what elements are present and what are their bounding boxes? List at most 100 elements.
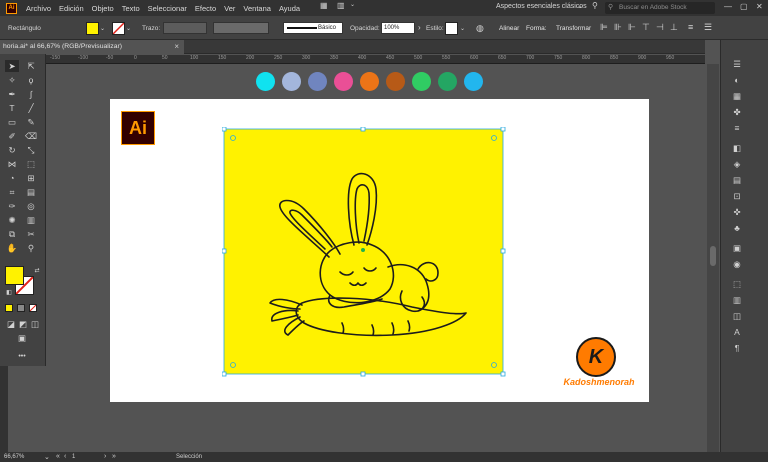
fill-color-box[interactable]: [5, 266, 24, 285]
direct-selection-tool-icon[interactable]: ⇱: [24, 60, 38, 72]
handle-top-right[interactable]: [500, 127, 506, 132]
edit-toolbar-icon[interactable]: •••: [15, 350, 29, 362]
libraries-panel-icon[interactable]: ⊡: [729, 190, 745, 202]
mesh-tool-icon[interactable]: ⌗: [5, 186, 19, 198]
transform-panel-icon[interactable]: ⬚: [729, 278, 745, 290]
zoom-level[interactable]: 66,67%: [4, 454, 24, 460]
stroke-weight-field[interactable]: [163, 22, 207, 34]
workspace-caret-icon[interactable]: ⌄: [577, 2, 583, 10]
shape-button[interactable]: Forma:: [526, 25, 547, 32]
vertical-ruler[interactable]: [0, 362, 8, 452]
symbols-panel-icon[interactable]: ✜: [729, 206, 745, 218]
artboard-tool-icon[interactable]: ⧉: [5, 228, 19, 240]
stroke-swatch[interactable]: [112, 22, 125, 35]
layers-panel-icon[interactable]: ◈: [729, 158, 745, 170]
panel-menu-icon[interactable]: ☰: [704, 22, 712, 33]
arrange-caret-icon[interactable]: ⌄: [350, 1, 355, 8]
shape-builder-tool-icon[interactable]: ◔: [5, 172, 19, 184]
lasso-tool-icon[interactable]: ϙ: [24, 74, 38, 86]
fill-swatch[interactable]: [86, 22, 99, 35]
gradient-mode-button[interactable]: [17, 304, 25, 312]
none-mode-button[interactable]: [29, 304, 37, 312]
palette-swatch-green[interactable]: [412, 72, 431, 91]
palette-swatch-periwinkle[interactable]: [308, 72, 327, 91]
next-artboard-icon[interactable]: ›: [104, 453, 106, 460]
hand-tool-icon[interactable]: ✋: [5, 242, 19, 254]
shaper-tool-icon[interactable]: ✐: [5, 130, 19, 142]
palette-swatch-dark-green[interactable]: [438, 72, 457, 91]
stroke-caret-icon[interactable]: ⌄: [126, 25, 131, 32]
first-artboard-icon[interactable]: «: [56, 453, 60, 460]
menu-archivo[interactable]: Archivo: [22, 4, 55, 13]
menu-objeto[interactable]: Objeto: [88, 4, 118, 13]
handle-bottom-center[interactable]: [360, 371, 366, 377]
scrollbar-thumb[interactable]: [710, 246, 716, 266]
handle-top-left[interactable]: [222, 127, 227, 132]
menu-texto[interactable]: Texto: [118, 4, 144, 13]
draw-inside-icon[interactable]: ◫: [28, 318, 42, 330]
graphic-styles-panel-icon[interactable]: ♣: [729, 222, 745, 234]
swap-colors-icon[interactable]: ⇄: [30, 264, 44, 276]
menu-edicion[interactable]: Edición: [55, 4, 88, 13]
opacity-input[interactable]: 100%: [381, 22, 415, 34]
stroke-panel-icon[interactable]: ≡: [729, 122, 745, 134]
zoom-caret-icon[interactable]: ⌄: [44, 453, 50, 461]
type-tool-icon[interactable]: T: [5, 102, 19, 114]
zoom-tool-icon[interactable]: ⚲: [24, 242, 38, 254]
recolor-artwork-icon[interactable]: ◍: [476, 23, 484, 34]
rotate-tool-icon[interactable]: ↻: [5, 144, 19, 156]
align-left-icon[interactable]: ⊫: [600, 22, 608, 33]
variable-width-field[interactable]: [213, 22, 269, 34]
handle-middle-left[interactable]: [222, 248, 227, 254]
maximize-icon[interactable]: ▢: [740, 2, 748, 11]
menu-seleccionar[interactable]: Seleccionar: [144, 4, 191, 13]
minimize-icon[interactable]: —: [724, 2, 732, 11]
graphic-style-swatch[interactable]: [445, 22, 458, 35]
artboard-number[interactable]: 1: [72, 454, 75, 460]
palette-swatch-pink[interactable]: [334, 72, 353, 91]
color-mode-button[interactable]: [5, 304, 13, 312]
palette-swatch-cyan[interactable]: [256, 72, 275, 91]
width-tool-icon[interactable]: ⋈: [5, 158, 19, 170]
align-center-icon[interactable]: ⊪: [614, 22, 622, 33]
curvature-tool-icon[interactable]: ∫: [24, 88, 38, 100]
perspective-grid-tool-icon[interactable]: ⊞: [24, 172, 38, 184]
close-window-icon[interactable]: ✕: [756, 2, 763, 11]
gradient-panel-icon[interactable]: ◧: [729, 142, 745, 154]
align-top-icon[interactable]: ⊤: [642, 22, 650, 33]
properties-panel-icon[interactable]: ☰: [729, 58, 745, 70]
free-transform-tool-icon[interactable]: ⬚: [24, 158, 38, 170]
selected-artwork[interactable]: [222, 127, 506, 377]
symbol-sprayer-tool-icon[interactable]: ✺: [5, 214, 19, 226]
menu-ventana[interactable]: Ventana: [239, 4, 275, 13]
align-right-icon[interactable]: ⊩: [628, 22, 636, 33]
arrange-documents-icon[interactable]: ▥: [337, 1, 345, 10]
paintbrush-tool-icon[interactable]: ✎: [24, 116, 38, 128]
default-colors-icon[interactable]: ◧: [2, 286, 16, 298]
brush-definition-field[interactable]: Básico: [283, 22, 343, 34]
stock-search-input[interactable]: Buscar en Adobe Stock: [605, 2, 715, 14]
close-tab-icon[interactable]: ×: [174, 42, 179, 51]
swatches-panel-icon[interactable]: ▦: [729, 90, 745, 102]
last-artboard-icon[interactable]: »: [112, 453, 116, 460]
align-button[interactable]: Alinear: [499, 25, 519, 32]
vertical-scrollbar[interactable]: [707, 64, 719, 452]
document-tab[interactable]: horia.ai* al 66,67% (RGB/Previsualizar) …: [0, 40, 184, 54]
handle-middle-right[interactable]: [500, 248, 506, 254]
blend-tool-icon[interactable]: ◎: [24, 200, 38, 212]
palette-swatch-orange[interactable]: [360, 72, 379, 91]
palette-swatch-lavender[interactable]: [282, 72, 301, 91]
column-graph-tool-icon[interactable]: ▥: [24, 214, 38, 226]
search-help-icon[interactable]: ⚲: [592, 1, 598, 10]
transparency-panel-icon[interactable]: ◉: [729, 258, 745, 270]
gradient-tool-icon[interactable]: ▤: [24, 186, 38, 198]
fill-caret-icon[interactable]: ⌄: [100, 25, 105, 32]
menu-efecto[interactable]: Efecto: [191, 4, 220, 13]
align-bottom-icon[interactable]: ⊥: [670, 22, 678, 33]
rectangle-tool-icon[interactable]: ▭: [5, 116, 19, 128]
scale-tool-icon[interactable]: ⤡: [24, 144, 38, 156]
character-panel-icon[interactable]: A: [729, 326, 745, 338]
align-middle-icon[interactable]: ⊣: [656, 22, 664, 33]
align-panel-icon[interactable]: ▥: [729, 294, 745, 306]
palette-swatch-brown[interactable]: [386, 72, 405, 91]
